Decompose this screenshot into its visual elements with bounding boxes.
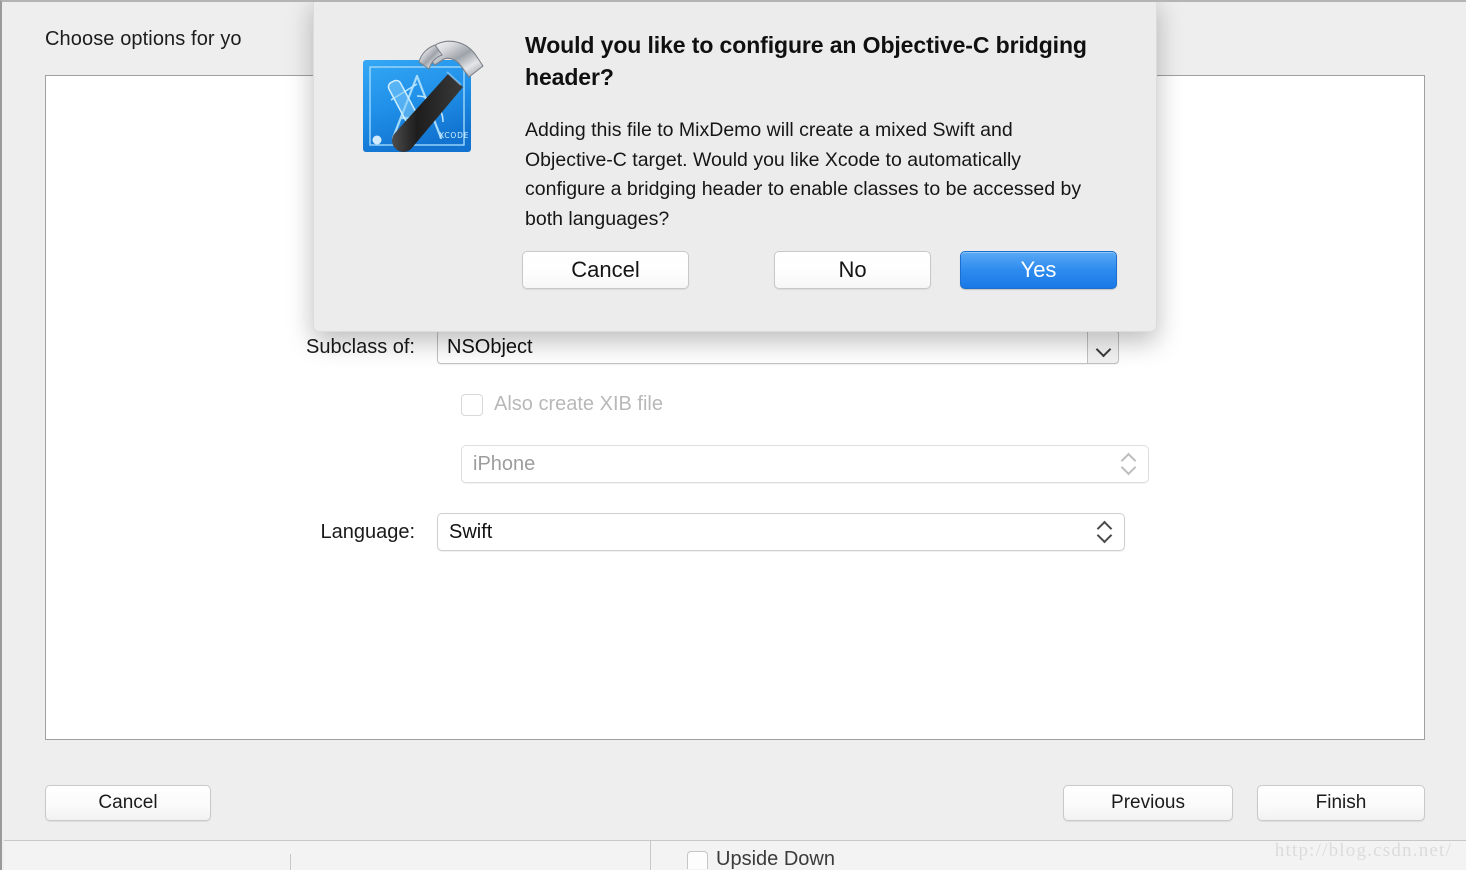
alert-title: Would you like to configure an Objective… bbox=[525, 32, 1087, 90]
background-panel-divider bbox=[290, 854, 291, 870]
finish-button[interactable]: Finish bbox=[1257, 785, 1425, 821]
watermark: http://blog.csdn.net/ bbox=[1274, 840, 1452, 861]
alert-yes-button[interactable]: Yes bbox=[960, 251, 1117, 289]
language-value: Swift bbox=[449, 520, 493, 543]
subclass-row: Subclass of: NSObject bbox=[3, 330, 1153, 364]
device-popup-button[interactable]: iPhone bbox=[461, 445, 1149, 483]
upside-down-label: Upside Down bbox=[716, 848, 835, 870]
chevron-up-down-icon bbox=[1096, 520, 1113, 544]
also-create-xib-label: Also create XIB file bbox=[494, 393, 663, 415]
previous-button[interactable]: Previous bbox=[1063, 785, 1233, 821]
alert-cancel-button[interactable]: Cancel bbox=[522, 251, 689, 289]
also-create-xib-checkbox-row[interactable]: Also create XIB file bbox=[461, 393, 663, 416]
language-label: Language: bbox=[320, 520, 415, 543]
subclass-combobox[interactable]: NSObject bbox=[437, 330, 1119, 364]
language-popup-button[interactable]: Swift bbox=[437, 513, 1125, 551]
xcode-app-icon: XCODE bbox=[363, 40, 484, 152]
page-title: Choose options for yo bbox=[45, 28, 242, 50]
bottom-divider bbox=[650, 841, 651, 870]
chevron-up-down-icon bbox=[1120, 452, 1137, 476]
chevron-down-icon bbox=[1097, 344, 1109, 351]
svg-text:XCODE: XCODE bbox=[439, 131, 469, 140]
new-file-sheet-window: Choose options for yo Subclass of: NSObj… bbox=[0, 0, 1466, 870]
alert-no-button[interactable]: No bbox=[774, 251, 931, 289]
device-value: iPhone bbox=[473, 452, 536, 475]
alert-message: Adding this file to MixDemo will create … bbox=[525, 119, 1082, 230]
subclass-dropdown-button[interactable] bbox=[1087, 330, 1119, 364]
cancel-button[interactable]: Cancel bbox=[45, 785, 211, 821]
bridging-header-alert-dialog: XCODE Would you like to configure an Obj… bbox=[313, 2, 1157, 332]
also-create-xib-checkbox[interactable] bbox=[461, 393, 483, 416]
subclass-value: NSObject bbox=[447, 335, 533, 358]
upside-down-checkbox[interactable] bbox=[687, 851, 708, 869]
language-row: Language: Swift bbox=[3, 513, 1153, 551]
subclass-label: Subclass of: bbox=[306, 335, 415, 358]
